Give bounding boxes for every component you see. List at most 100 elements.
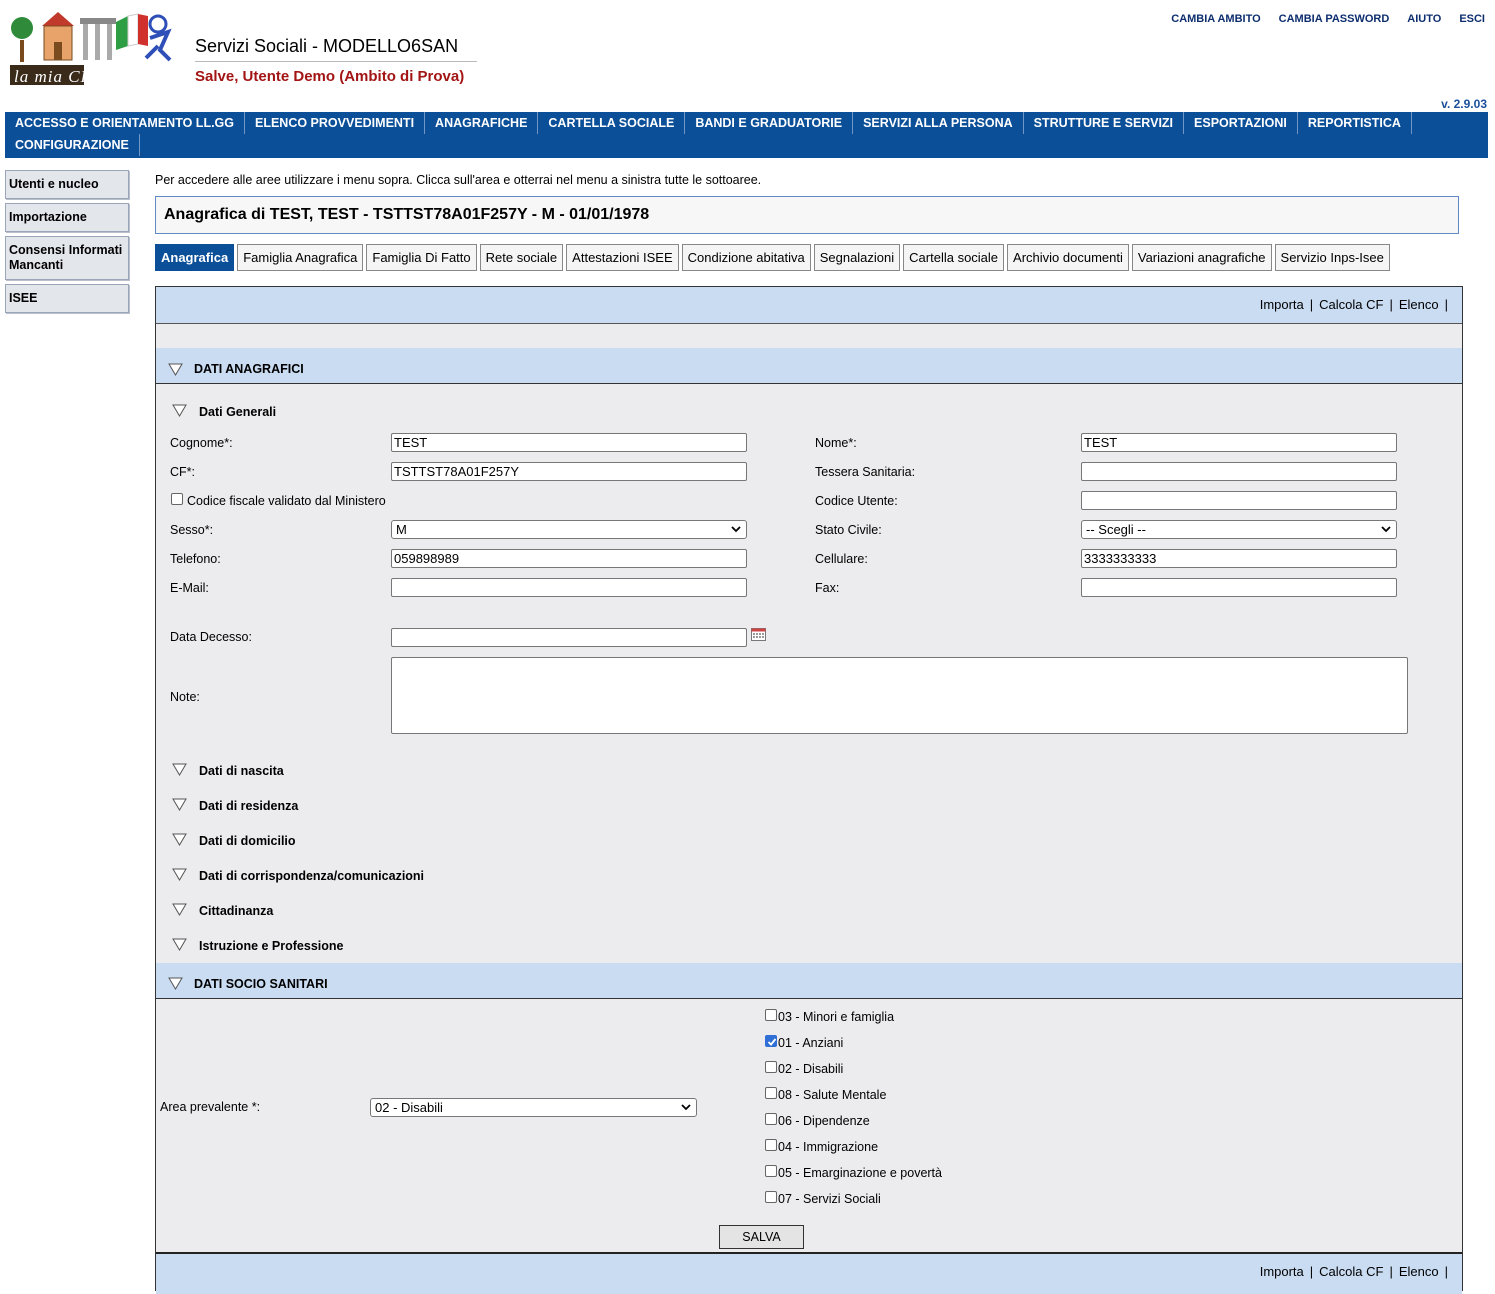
area-label-07: 07 - Servizi Sociali <box>778 1192 881 1206</box>
tab-archivio-documenti[interactable]: Archivio documenti <box>1007 244 1129 271</box>
area-checkbox-02[interactable] <box>765 1061 777 1073</box>
cognome-label: Cognome*: <box>170 436 233 450</box>
area-checkbox-07[interactable] <box>765 1191 777 1203</box>
collapse-triangle-icon[interactable] <box>172 903 187 916</box>
page-title: Anagrafica di TEST, TEST - TSTTST78A01F2… <box>155 196 1459 234</box>
calcola-cf-link-bottom[interactable]: Calcola CF <box>1319 1264 1383 1279</box>
elenco-link[interactable]: Elenco <box>1399 297 1439 312</box>
cf-input[interactable]: TSTTST78A01F257Y <box>391 462 747 481</box>
checkmark-icon <box>767 1038 777 1046</box>
tab-anagrafica[interactable]: Anagrafica <box>155 244 235 271</box>
cambia-password-link[interactable]: CAMBIA PASSWORD <box>1279 13 1390 25</box>
tab-variazioni-anagrafiche[interactable]: Variazioni anagrafiche <box>1131 244 1272 271</box>
data-decesso-input[interactable] <box>391 628 747 647</box>
cf-validato-checkbox[interactable] <box>171 493 183 505</box>
elenco-link-bottom[interactable]: Elenco <box>1399 1264 1439 1279</box>
chevron-down-icon <box>1381 526 1391 533</box>
note-textarea[interactable] <box>391 657 1408 734</box>
collapse-triangle-icon[interactable] <box>168 363 183 376</box>
collapse-triangle-icon[interactable] <box>172 763 187 776</box>
cognome-input[interactable]: TEST <box>391 433 747 452</box>
tab-famiglia-di-fatto[interactable]: Famiglia Di Fatto <box>366 244 477 271</box>
nav-esportazioni[interactable]: ESPORTAZIONI <box>1184 112 1298 134</box>
codice-utente-label: Codice Utente: <box>815 494 898 508</box>
tessera-input[interactable] <box>1081 462 1397 481</box>
note-label: Note: <box>170 690 200 704</box>
tab-famiglia-anagrafica[interactable]: Famiglia Anagrafica <box>237 244 364 271</box>
email-input[interactable] <box>391 578 747 597</box>
calcola-cf-link[interactable]: Calcola CF <box>1319 297 1383 312</box>
nav-reportistica[interactable]: REPORTISTICA <box>1298 112 1412 134</box>
nav-bandi-graduatorie[interactable]: BANDI E GRADUATORIE <box>685 112 854 134</box>
importa-link[interactable]: Importa <box>1260 297 1304 312</box>
collapse-triangle-icon[interactable] <box>168 977 183 990</box>
area-label-08: 08 - Salute Mentale <box>778 1088 887 1102</box>
save-button[interactable]: SALVA <box>719 1225 804 1249</box>
nav-configurazione[interactable]: CONFIGURAZIONE <box>5 134 140 156</box>
subsection-cittadinanza[interactable]: Cittadinanza <box>199 904 273 918</box>
nav-strutture-servizi[interactable]: STRUTTURE E SERVIZI <box>1024 112 1185 134</box>
area-label-06: 06 - Dipendenze <box>778 1114 870 1128</box>
cellulare-input[interactable]: 3333333333 <box>1081 549 1397 568</box>
stato-civile-select[interactable]: -- Scegli -- <box>1081 520 1397 539</box>
stato-civile-select-value: -- Scegli -- <box>1086 522 1146 537</box>
aiuto-link[interactable]: AIUTO <box>1407 13 1441 25</box>
area-checkbox-03[interactable] <box>765 1009 777 1021</box>
area-prevalente-label: Area prevalente *: <box>160 1100 261 1114</box>
sidebar-item-importazione[interactable]: Importazione <box>5 203 129 232</box>
collapse-triangle-icon[interactable] <box>172 938 187 951</box>
collapse-triangle-icon[interactable] <box>172 798 187 811</box>
nav-elenco-provvedimenti[interactable]: ELENCO PROVVEDIMENTI <box>245 112 426 134</box>
telefono-input[interactable]: 059898989 <box>391 549 747 568</box>
chevron-down-icon <box>681 1104 691 1111</box>
main-nav: ACCESSO E ORIENTAMENTO LL.GG ELENCO PROV… <box>5 112 1488 158</box>
sesso-select-value: M <box>396 522 407 537</box>
area-prevalente-select-value: 02 - Disabili <box>375 1100 443 1115</box>
section-dati-socio-sanitari[interactable]: DATI SOCIO SANITARI <box>156 963 1462 999</box>
importa-link-bottom[interactable]: Importa <box>1260 1264 1304 1279</box>
tab-bar: Anagrafica Famiglia Anagrafica Famiglia … <box>155 244 1390 271</box>
area-checkbox-04[interactable] <box>765 1139 777 1151</box>
nav-servizi-persona[interactable]: SERVIZI ALLA PERSONA <box>853 112 1024 134</box>
subsection-dati-nascita[interactable]: Dati di nascita <box>199 764 284 778</box>
subsection-dati-residenza[interactable]: Dati di residenza <box>199 799 298 813</box>
cambia-ambito-link[interactable]: CAMBIA AMBITO <box>1171 13 1260 25</box>
sidebar-item-consensi[interactable]: Consensi Informati Mancanti <box>5 236 129 280</box>
stato-civile-label: Stato Civile: <box>815 523 882 537</box>
area-checkbox-05[interactable] <box>765 1165 777 1177</box>
collapse-triangle-icon[interactable] <box>172 833 187 846</box>
section-dati-anagrafici[interactable]: DATI ANAGRAFICI <box>156 348 1462 384</box>
collapse-triangle-icon[interactable] <box>172 868 187 881</box>
tab-attestazioni-isee[interactable]: Attestazioni ISEE <box>566 244 679 271</box>
sesso-select[interactable]: M <box>391 520 747 539</box>
logo-text: la mia CITTÀ <box>14 67 120 86</box>
area-prevalente-select[interactable]: 02 - Disabili <box>370 1098 697 1117</box>
tab-cartella-sociale[interactable]: Cartella sociale <box>903 244 1005 271</box>
top-links: CAMBIA AMBITO CAMBIA PASSWORD AIUTO ESCI <box>1171 13 1485 25</box>
subsection-dati-corrispondenza[interactable]: Dati di corrispondenza/comunicazioni <box>199 869 424 883</box>
nav-cartella-sociale[interactable]: CARTELLA SOCIALE <box>538 112 686 134</box>
area-checkbox-06[interactable] <box>765 1113 777 1125</box>
area-checkbox-01[interactable] <box>765 1035 777 1047</box>
cf-validato-label: Codice fiscale validato dal Ministero <box>187 494 386 508</box>
sidebar: Utenti e nucleo Importazione Consensi In… <box>5 170 129 317</box>
nav-accesso-orientamento[interactable]: ACCESSO E ORIENTAMENTO LL.GG <box>5 112 245 134</box>
fax-input[interactable] <box>1081 578 1397 597</box>
calendar-icon[interactable] <box>751 628 766 641</box>
esci-link[interactable]: ESCI <box>1459 13 1485 25</box>
city-logo[interactable]: la mia CITTÀ <box>10 10 176 88</box>
codice-utente-input[interactable] <box>1081 491 1397 510</box>
tab-servizio-inps-isee[interactable]: Servizio Inps-Isee <box>1274 244 1390 271</box>
nome-input[interactable]: TEST <box>1081 433 1397 452</box>
nav-anagrafiche[interactable]: ANAGRAFICHE <box>425 112 539 134</box>
subsection-istruzione-professione[interactable]: Istruzione e Professione <box>199 939 343 953</box>
area-checkbox-08[interactable] <box>765 1087 777 1099</box>
sidebar-item-isee[interactable]: ISEE <box>5 284 129 313</box>
tab-condizione-abitativa[interactable]: Condizione abitativa <box>681 244 811 271</box>
area-label-04: 04 - Immigrazione <box>778 1140 879 1154</box>
subsection-dati-domicilio[interactable]: Dati di domicilio <box>199 834 296 848</box>
tab-segnalazioni[interactable]: Segnalazioni <box>813 244 901 271</box>
collapse-triangle-icon[interactable] <box>172 404 187 417</box>
sidebar-item-utenti-nucleo[interactable]: Utenti e nucleo <box>5 170 129 199</box>
tab-rete-sociale[interactable]: Rete sociale <box>479 244 564 271</box>
